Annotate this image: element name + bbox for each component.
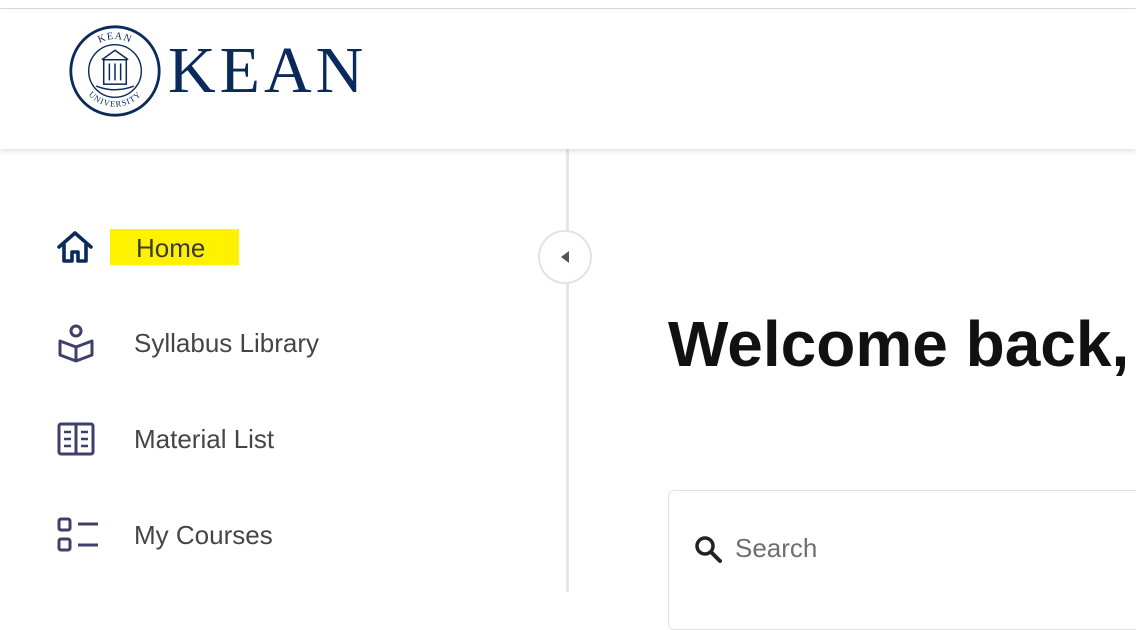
search-input[interactable] [735,533,1115,564]
svg-text:UNIVERSITY: UNIVERSITY [87,89,143,109]
kean-logo-link[interactable]: KEAN UNIVERSITY KEAN [68,23,367,119]
sidebar-item-material-list[interactable]: Material List [52,417,274,461]
search-icon [695,535,722,563]
home-icon [52,225,104,269]
sidebar-collapse-button[interactable] [538,230,592,284]
sidebar-item-label: Syllabus Library [134,328,319,358]
sidebar-item-label: Material List [134,424,275,454]
material-list-icon [52,417,104,461]
sidebar-item-label: My Courses [134,520,273,550]
sidebar-divider [566,149,569,592]
site-header: KEAN UNIVERSITY KEAN [0,9,1136,149]
sidebar-item-my-courses[interactable]: My Courses [52,513,273,557]
chevron-left-icon [561,251,569,263]
kean-wordmark: KEAN [168,34,368,107]
welcome-heading: Welcome back, [668,308,1130,380]
courses-list-icon [52,513,104,557]
sidebar-item-home[interactable]: Home [52,225,240,269]
search-bar[interactable] [693,533,1115,564]
sidebar-item-label: Home [110,229,240,265]
university-seal-icon: KEAN UNIVERSITY [69,25,161,117]
svg-text:KEAN: KEAN [96,31,133,46]
sidebar: Home Syllabus Library Material List My C… [0,149,566,592]
syllabus-book-icon [52,321,104,365]
seal-bottom-text: UNIVERSITY [87,89,142,109]
sidebar-item-syllabus-library[interactable]: Syllabus Library [52,321,319,365]
seal-top-text: KEAN [96,31,132,46]
search-card [668,490,1136,630]
